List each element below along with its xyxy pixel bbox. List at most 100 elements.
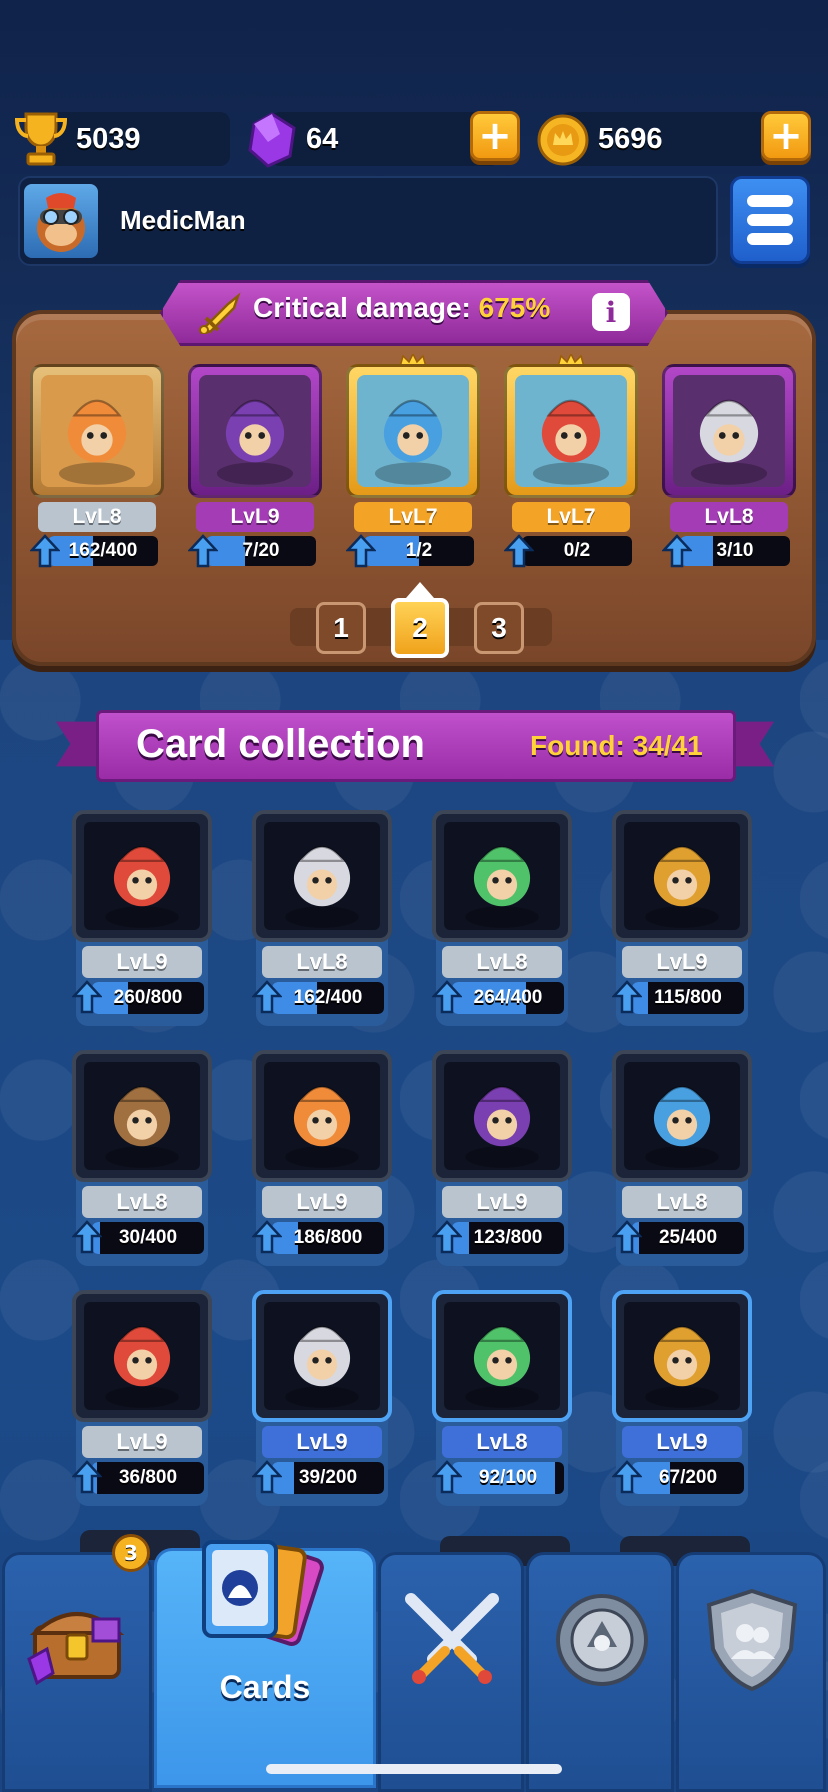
card-progress-text: 92/100 (478, 1467, 538, 1488)
coin-count: 5696 (598, 122, 663, 155)
tab-battle[interactable] (378, 1552, 524, 1792)
card-progress-bar: 36/800 (92, 1462, 204, 1494)
collection-found-count: Found: 34/41 (530, 730, 703, 761)
upgrade-arrow-icon (611, 1460, 643, 1496)
gem-count: 64 (306, 122, 339, 155)
card-progress-bar: 30/400 (92, 1222, 204, 1254)
stat-value: 675% (478, 292, 551, 323)
tab-cards-label: Cards (219, 1669, 311, 1705)
upgrade-arrow-icon (29, 534, 61, 568)
upgrade-arrow-icon (71, 1220, 103, 1256)
upgrade-arrow-icon (431, 1220, 463, 1256)
card-level: LvL9 (262, 1186, 382, 1218)
card-progress-bar: 92/100 (452, 1462, 564, 1494)
home-indicator (266, 1764, 562, 1774)
upgrade-arrow-icon (503, 534, 535, 568)
card-level: LvL9 (82, 1426, 202, 1458)
card-progress-bar: 3/10 (680, 536, 790, 566)
collection-card[interactable]: LvL9 115/800 (611, 810, 752, 1026)
card-progress-text: 186/800 (293, 1227, 363, 1248)
card-progress-text: 3/10 (716, 540, 754, 561)
coin-counter: 5696 (560, 112, 770, 166)
collection-card[interactable]: LvL9 39/200 (251, 1290, 392, 1506)
card-level: LvL9 (622, 1426, 742, 1458)
menu-bar-icon (747, 195, 793, 207)
card-frame (30, 364, 164, 498)
collection-card[interactable]: LvL8 30/400 (71, 1050, 212, 1266)
collection-card[interactable]: LvL8 162/400 (251, 810, 392, 1026)
shop-notification-badge: 3 (112, 1534, 150, 1572)
card-progress-bar: 186/800 (272, 1222, 384, 1254)
page-button-3[interactable]: 3 (474, 602, 524, 654)
avatar[interactable] (24, 184, 98, 258)
upgrade-arrow-icon (187, 534, 219, 568)
hero-portrait-icon (515, 375, 627, 487)
collection-card[interactable]: LvL9 36/800 (71, 1290, 212, 1506)
tab-social[interactable] (676, 1552, 826, 1792)
card-frame (432, 1290, 572, 1422)
card-progress-bar: 162/400 (48, 536, 158, 566)
card-level: LvL7 (512, 502, 630, 532)
upgrade-arrow-icon (251, 1460, 283, 1496)
hero-portrait-icon (357, 375, 469, 487)
hero-portrait-icon (444, 822, 560, 930)
card-level: LvL9 (82, 946, 202, 978)
card-frame (504, 364, 638, 498)
card-progress-bar: 1/2 (364, 536, 474, 566)
collection-card[interactable]: LvL9 260/800 (71, 810, 212, 1026)
hero-portrait-icon (444, 1062, 560, 1170)
deck-card[interactable]: LvL7 1/2 (345, 354, 480, 568)
collection-title: Card collection (136, 722, 425, 766)
collection-card[interactable]: LvL9 67/200 (611, 1290, 752, 1506)
laurel-badge-icon (556, 1594, 648, 1686)
page-button-1[interactable]: 1 (316, 602, 366, 654)
card-progress-text: 30/400 (118, 1227, 178, 1248)
upgrade-arrow-icon (431, 980, 463, 1016)
card-level: LvL9 (196, 502, 314, 532)
info-button[interactable]: i (592, 293, 630, 331)
card-progress-text: 123/800 (473, 1227, 543, 1248)
trophy-counter: 5039 (40, 112, 230, 166)
card-frame (72, 1050, 212, 1182)
gem-counter: 64 (270, 112, 500, 166)
collection-card[interactable]: LvL8 92/100 (431, 1290, 572, 1506)
menu-bar-icon (747, 233, 793, 245)
deck-card[interactable]: LvL7 0/2 (503, 354, 638, 568)
card-progress-text: 0/2 (563, 540, 591, 561)
card-progress-text: 115/800 (654, 987, 722, 1008)
deck-card[interactable]: LvL9 7/20 (187, 364, 322, 568)
stat-label: Critical damage: (253, 292, 471, 323)
coin-icon (537, 114, 589, 166)
card-progress-text: 264/400 (473, 987, 543, 1008)
buy-gems-button[interactable]: + (470, 111, 520, 161)
card-frame (662, 364, 796, 498)
deck-card[interactable]: LvL8 3/10 (661, 364, 796, 568)
hero-portrait-icon (84, 1062, 200, 1170)
card-level: LvL8 (262, 946, 382, 978)
trophy-count: 5039 (76, 122, 141, 155)
menu-button[interactable] (730, 176, 810, 264)
page-button-2[interactable]: 2 (391, 598, 449, 658)
tab-clan[interactable] (526, 1552, 674, 1792)
hero-portrait-icon (624, 822, 740, 930)
card-level: LvL8 (38, 502, 156, 532)
deck-card[interactable]: LvL8 162/400 (29, 364, 164, 568)
card-progress-text: 260/800 (113, 987, 183, 1008)
upgrade-arrow-icon (251, 980, 283, 1016)
card-progress-text: 39/200 (298, 1467, 358, 1488)
crossed-swords-icon (405, 1593, 499, 1684)
card-progress-text: 7/20 (242, 540, 280, 561)
card-level: LvL9 (442, 1186, 562, 1218)
collection-card[interactable]: LvL8 264/400 (431, 810, 572, 1026)
collection-card[interactable]: LvL9 186/800 (251, 1050, 392, 1266)
collection-card[interactable]: LvL8 25/400 (611, 1050, 752, 1266)
collection-card[interactable]: LvL9 123/800 (431, 1050, 572, 1266)
card-progress-text: 25/400 (658, 1227, 718, 1248)
card-progress-bar: 123/800 (452, 1222, 564, 1254)
card-frame (612, 1290, 752, 1422)
card-progress-text: 162/400 (68, 540, 138, 561)
upgrade-arrow-icon (71, 980, 103, 1016)
buy-coins-button[interactable]: + (761, 111, 811, 161)
tab-shop[interactable] (2, 1552, 152, 1792)
card-progress-bar: 67/200 (632, 1462, 744, 1494)
